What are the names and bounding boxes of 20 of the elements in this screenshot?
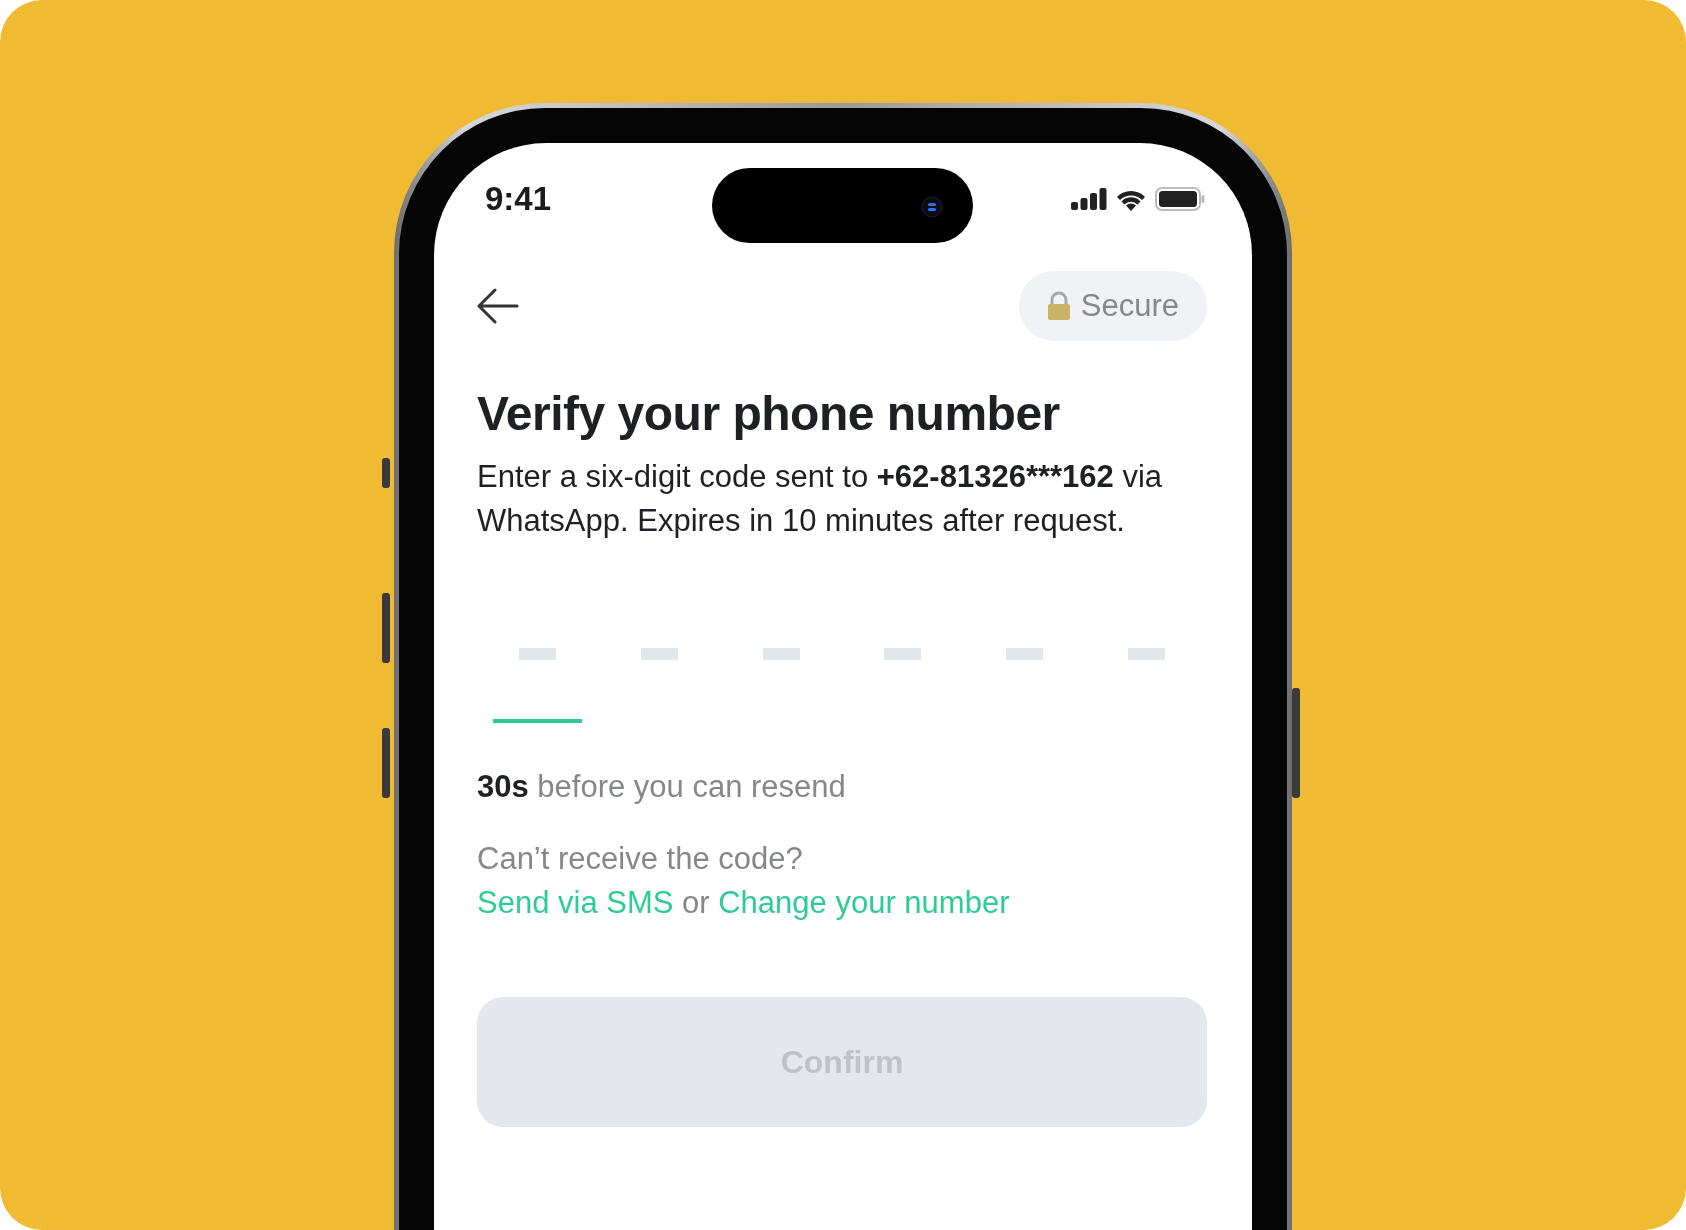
- placeholder-dash: [762, 647, 800, 660]
- placeholder-dash: [884, 647, 922, 660]
- padlock-icon: [1046, 291, 1071, 321]
- change-number-link[interactable]: Change your number: [718, 885, 1010, 921]
- status-time: 9:41: [485, 179, 552, 220]
- help-question: Can’t receive the code?: [477, 840, 804, 879]
- placeholder-dash: [1127, 647, 1165, 660]
- signal-icon: [1071, 188, 1107, 210]
- page-title: Verify your phone number: [477, 386, 1061, 442]
- placeholder-dash: [641, 647, 678, 660]
- alternative-options-text: Send via SMS or Change your number: [477, 884, 1011, 923]
- back-button[interactable]: [477, 288, 519, 324]
- battery-icon: [1155, 187, 1205, 211]
- send-sms-link[interactable]: Send via SMS: [477, 885, 674, 921]
- placeholder-dash: [1006, 647, 1043, 660]
- camera-lens-icon: [921, 196, 943, 218]
- resend-timer-text: 30s before you can resend: [477, 767, 847, 806]
- instruction-text: Enter a six-digit code sent to +62-81326***162 via WhatsApp. Expires in 10 minutes after request.: [477, 457, 1164, 540]
- placeholder-dash: [519, 647, 557, 660]
- secure-badge: Secure: [1018, 271, 1207, 341]
